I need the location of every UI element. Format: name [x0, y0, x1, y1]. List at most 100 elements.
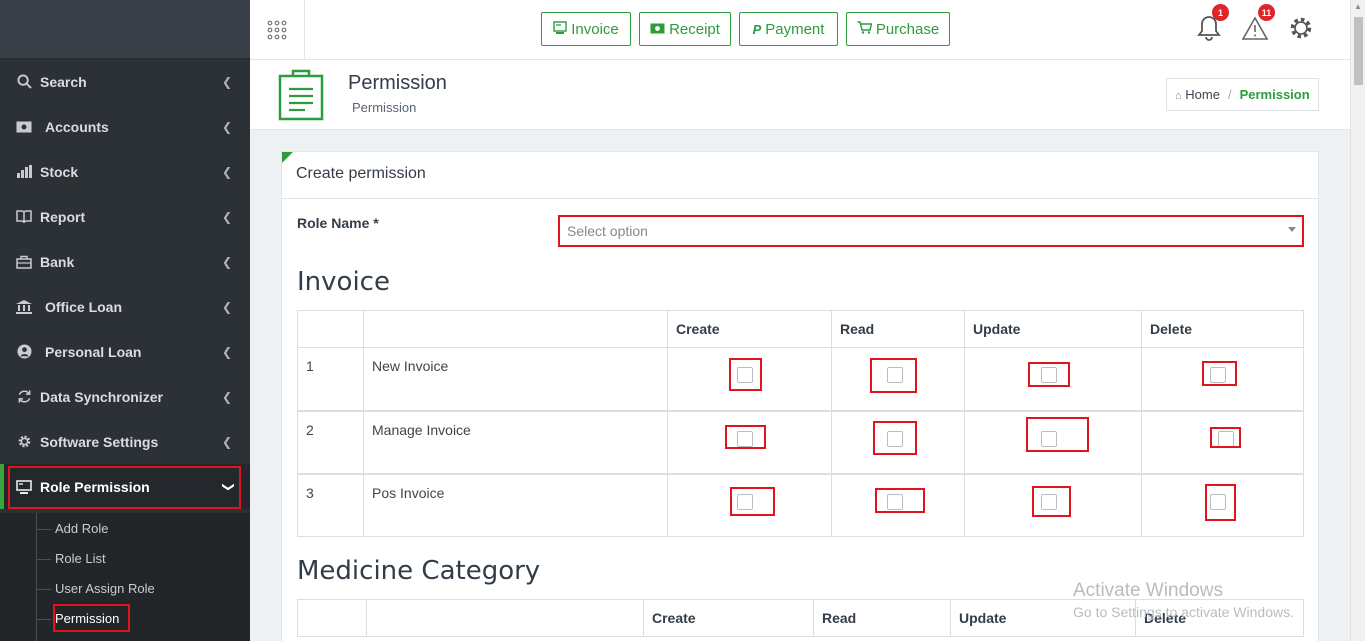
- create-cell: [667, 347, 832, 411]
- settings-button[interactable]: [1283, 10, 1319, 46]
- payment-button[interactable]: P Payment: [739, 12, 838, 46]
- grid-icon: [267, 20, 287, 39]
- windows-activation-title: Activate Windows: [1073, 580, 1223, 601]
- page-subtitle: Permission: [352, 100, 417, 115]
- sidebar-item-label: Data Synchronizer: [40, 388, 163, 405]
- read-cell: [831, 409, 965, 474]
- sidebar: Search ❮ Accounts ❮ Stock ❮ Report ❮ Ban…: [0, 0, 250, 641]
- windows-activation-subtitle: Go to Settings to activate Windows.: [1073, 604, 1294, 620]
- sidebar-item-search[interactable]: Search ❮: [0, 59, 250, 104]
- sync-icon: [14, 389, 34, 405]
- receipt-icon: [650, 22, 665, 37]
- table-row: 2 Manage Invoice: [297, 409, 1304, 474]
- sidebar-item-accounts[interactable]: Accounts ❮: [0, 104, 250, 149]
- highlight-box: [1202, 361, 1237, 386]
- highlight-box: [873, 420, 917, 455]
- sidebar-item-personal-loan[interactable]: Personal Loan ❮: [0, 329, 250, 374]
- chevron-left-icon: ❮: [221, 389, 232, 404]
- scroll-thumb[interactable]: [1354, 17, 1363, 85]
- purchase-button[interactable]: Purchase: [846, 12, 950, 46]
- highlight-box: [1210, 426, 1241, 448]
- notifications-count-badge: 1: [1212, 4, 1229, 21]
- read-cell: [831, 472, 965, 537]
- highlight-box: [875, 487, 925, 513]
- highlight-box: [53, 604, 130, 632]
- dropdown-arrow-icon: [1288, 227, 1296, 232]
- create-cell: [667, 409, 832, 474]
- subnav-item-user-assign-role[interactable]: User Assign Role: [36, 581, 155, 596]
- update-cell: [964, 472, 1142, 537]
- sidebar-item-software-settings[interactable]: Software Settings ❮: [0, 419, 250, 464]
- bar-chart-icon: [14, 164, 34, 180]
- apps-grid-button[interactable]: [250, 0, 305, 59]
- role-name-label: Role Name *: [297, 215, 379, 231]
- role-name-select[interactable]: Select option: [558, 215, 1304, 247]
- medicine-category-section-title: Medicine Category: [297, 556, 541, 586]
- clipboard-icon: [278, 69, 324, 121]
- sidebar-item-label: Search: [40, 73, 87, 90]
- subnav-item-add-role[interactable]: Add Role: [36, 521, 109, 536]
- purchase-button-label: Purchase: [875, 20, 940, 38]
- highlight-box: [1032, 485, 1071, 517]
- sidebar-item-data-synchronizer[interactable]: Data Synchronizer ❮: [0, 374, 250, 419]
- chevron-left-icon: ❮: [221, 209, 232, 224]
- sidebar-item-report[interactable]: Report ❮: [0, 194, 250, 239]
- sidebar-item-label: Accounts: [45, 118, 109, 135]
- scroll-up-icon[interactable]: ▲: [1354, 2, 1362, 11]
- breadcrumb-home[interactable]: ⌂ Home: [1175, 87, 1220, 102]
- subnav-label: Role List: [55, 551, 106, 566]
- receipt-button[interactable]: Receipt: [639, 12, 731, 46]
- table-row: 3 Pos Invoice: [297, 472, 1304, 537]
- user-circle-icon: [14, 344, 34, 360]
- column-header-name: [363, 310, 668, 348]
- chevron-left-icon: ❮: [221, 74, 232, 89]
- column-header-number: [297, 599, 367, 637]
- paypal-icon: P: [752, 21, 762, 37]
- sidebar-logo-area: [0, 0, 250, 59]
- alerts-button[interactable]: 11: [1237, 4, 1275, 46]
- breadcrumb-current: Permission: [1239, 87, 1310, 102]
- chevron-left-icon: ❮: [221, 164, 232, 179]
- create-permission-card: Create permission Role Name * Select opt…: [281, 151, 1319, 641]
- row-number: 2: [297, 409, 364, 474]
- search-icon: [14, 74, 34, 90]
- sidebar-item-label: Bank: [40, 253, 75, 270]
- column-header-delete: Delete: [1141, 310, 1304, 348]
- payment-button-label: Payment: [765, 20, 825, 38]
- book-icon: [14, 209, 34, 225]
- column-header-number: [297, 310, 364, 348]
- column-header-update: Update: [964, 310, 1142, 348]
- highlight-box: [725, 424, 766, 449]
- page-scrollbar[interactable]: ▲: [1350, 0, 1365, 641]
- briefcase-icon: [14, 254, 34, 270]
- invoice-section-title: Invoice: [297, 267, 390, 297]
- tree-line: [36, 513, 37, 641]
- highlight-box: [870, 358, 917, 393]
- bank-icon: [14, 299, 34, 315]
- gear-icon: [1290, 17, 1312, 39]
- chevron-left-icon: ❮: [221, 299, 232, 314]
- update-cell: [964, 409, 1142, 474]
- row-name: New Invoice: [363, 347, 668, 411]
- subnav-item-role-list[interactable]: Role List: [36, 551, 106, 566]
- topbar: Invoice Receipt P Payment Purchase 1 11: [250, 0, 1350, 60]
- column-header-read: Read: [813, 599, 951, 637]
- cart-icon: [857, 21, 873, 37]
- column-header-create: Create: [667, 310, 832, 348]
- sidebar-item-bank[interactable]: Bank ❮: [0, 239, 250, 284]
- highlight-box: [730, 486, 775, 516]
- notifications-button[interactable]: 1: [1191, 4, 1229, 46]
- chevron-left-icon: ❮: [221, 254, 232, 269]
- subnav-label: Add Role: [55, 521, 109, 536]
- sidebar-item-label: Stock: [40, 163, 79, 180]
- sidebar-item-stock[interactable]: Stock ❮: [0, 149, 250, 194]
- chevron-left-icon: ❮: [221, 434, 232, 449]
- invoice-button[interactable]: Invoice: [541, 12, 631, 46]
- read-cell: [831, 347, 965, 411]
- row-number: 3: [297, 472, 364, 537]
- sidebar-item-office-loan[interactable]: Office Loan ❮: [0, 284, 250, 329]
- subnav-label: User Assign Role: [55, 581, 155, 596]
- highlight-box: [729, 358, 762, 391]
- column-header-create: Create: [643, 599, 814, 637]
- sidebar-item-label: Personal Loan: [45, 343, 142, 360]
